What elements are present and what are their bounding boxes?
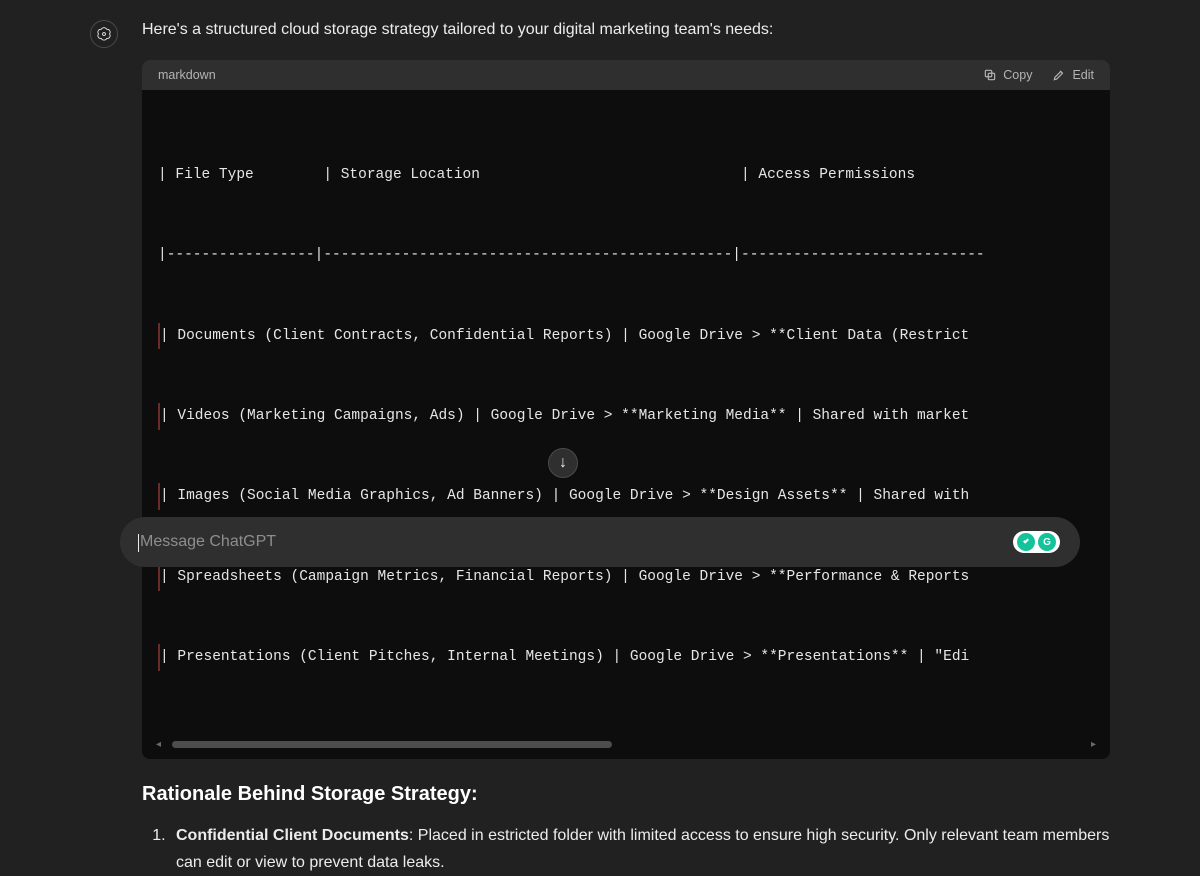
code-content[interactable]: | File Type | Storage Location | Access … — [142, 90, 1110, 733]
code-language-label: markdown — [158, 68, 216, 82]
horizontal-scrollbar[interactable]: ◂ ▸ — [154, 741, 1098, 749]
scrollbar-thumb[interactable] — [172, 741, 612, 748]
rationale-item-title: Confidential Client Documents — [176, 827, 409, 844]
rationale-heading: Rationale Behind Storage Strategy: — [142, 783, 1110, 806]
scroll-to-bottom-button[interactable]: ↓ — [548, 448, 578, 478]
code-block: markdown Copy — [142, 60, 1110, 759]
grammarly-status-icon — [1017, 533, 1035, 551]
intro-text: Here's a structured cloud storage strate… — [142, 18, 1110, 42]
grammarly-badge[interactable]: G — [1013, 531, 1060, 553]
rationale-list: Confidential Client Documents: Placed in… — [142, 822, 1110, 876]
edit-icon — [1052, 68, 1066, 82]
code-line: | Images (Social Media Graphics, Ad Bann… — [158, 483, 1094, 510]
code-line: | File Type | Storage Location | Access … — [158, 162, 1094, 189]
message-input[interactable]: Message ChatGPT G — [120, 517, 1080, 567]
edit-button[interactable]: Edit — [1052, 68, 1094, 82]
edit-label: Edit — [1072, 68, 1094, 82]
copy-icon — [983, 68, 997, 82]
scroll-left-icon: ◂ — [156, 739, 161, 750]
code-header: markdown Copy — [142, 60, 1110, 90]
scroll-right-icon: ▸ — [1091, 739, 1096, 750]
grammarly-g-icon: G — [1038, 533, 1056, 551]
code-line: | Videos (Marketing Campaigns, Ads) | Go… — [158, 403, 1094, 430]
assistant-avatar — [90, 20, 118, 48]
list-item: Confidential Client Documents: Placed in… — [170, 822, 1110, 876]
input-placeholder: Message ChatGPT — [140, 533, 276, 551]
copy-label: Copy — [1003, 68, 1032, 82]
input-trailing-icons: G — [1013, 531, 1060, 553]
assistant-message: Here's a structured cloud storage strate… — [90, 18, 1110, 876]
code-line: | Spreadsheets (Campaign Metrics, Financ… — [158, 564, 1094, 591]
code-line: |-----------------|---------------------… — [158, 242, 1094, 269]
openai-logo-icon — [96, 26, 112, 42]
arrow-down-icon: ↓ — [559, 454, 567, 472]
code-line: | Documents (Client Contracts, Confident… — [158, 323, 1094, 350]
copy-button[interactable]: Copy — [983, 68, 1032, 82]
text-caret — [138, 534, 139, 552]
code-line: | Presentations (Client Pitches, Interna… — [158, 644, 1094, 671]
